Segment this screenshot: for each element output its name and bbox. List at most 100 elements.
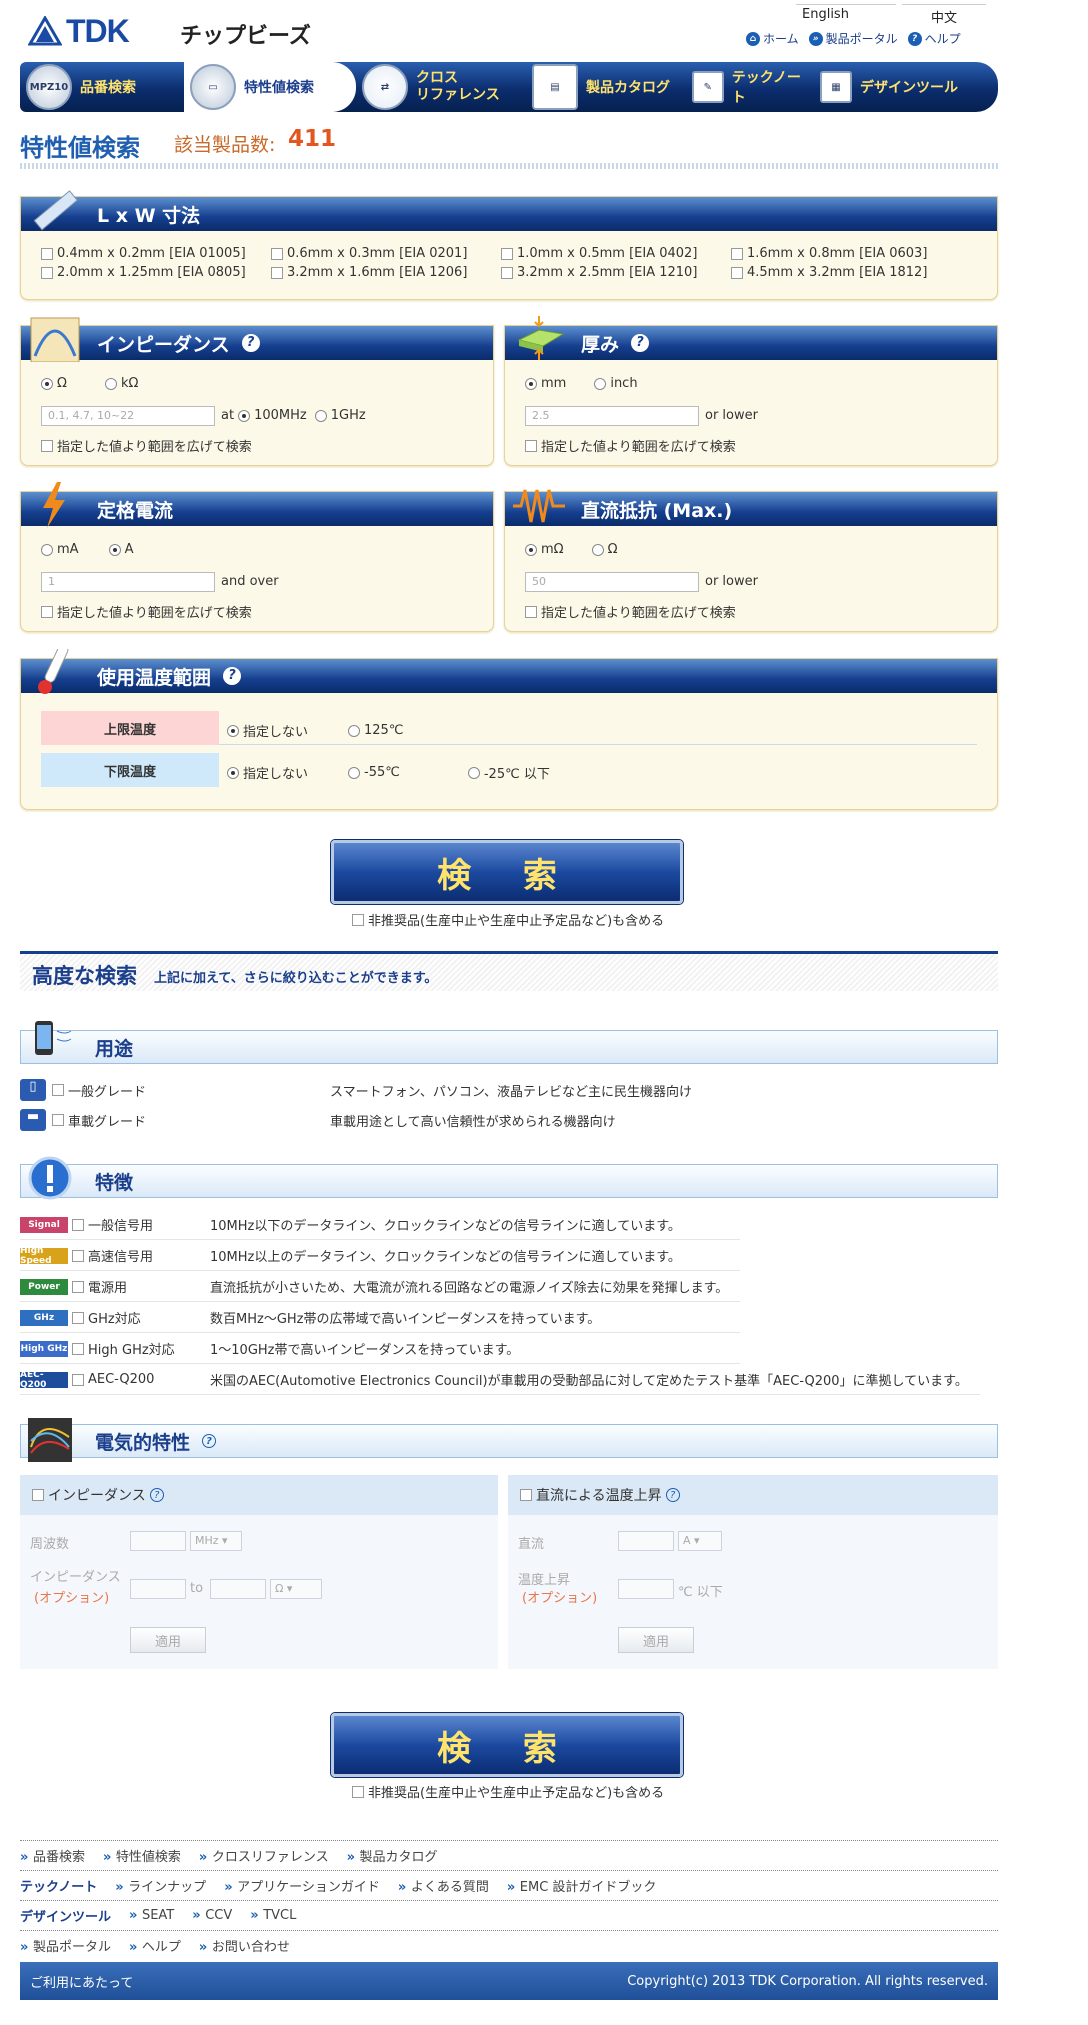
nav-part-number-search[interactable]: MPZ10 品番検索 [20, 62, 184, 112]
lower-minus25-radio[interactable] [467, 766, 480, 779]
freq-100mhz-radio[interactable] [238, 409, 251, 422]
features-section-header: 特徴 [20, 1156, 998, 1200]
lxw-option[interactable]: 1.6mm x 0.8mm [EIA 0603] [731, 246, 961, 261]
home-link[interactable]: ⌂ ホーム [746, 30, 799, 47]
footer-link[interactable]: » ヘルプ [129, 1936, 181, 1955]
footer-link[interactable]: » 品番検索 [20, 1846, 85, 1865]
help-question-icon[interactable]: ? [631, 334, 650, 352]
unit-inch-radio[interactable] [594, 377, 607, 390]
tdk-logo-mark-icon [28, 16, 62, 46]
product-portal-link[interactable]: » 製品ポータル [808, 30, 898, 47]
automotive-grade-checkbox[interactable]: 車載グレード [52, 1111, 330, 1130]
unit-ma-radio[interactable] [41, 543, 53, 556]
lang-english-link[interactable]: English [796, 4, 896, 24]
include-obsolete-checkbox-bottom[interactable]: 非推奨品(生産中止や生産中止予定品など)も含める [352, 1782, 664, 1801]
nav-characteristic-search[interactable]: ▭ 特性値検索 [184, 62, 356, 112]
lxw-option[interactable]: 0.6mm x 0.3mm [EIA 0201] [271, 246, 501, 261]
help-question-icon[interactable]: ? [223, 667, 242, 685]
footer-link[interactable]: » TVCL [250, 1908, 296, 1923]
footer-link[interactable]: » SEAT [129, 1908, 174, 1923]
lower-none-radio[interactable] [227, 766, 239, 779]
help-link[interactable]: ? ヘルプ [907, 30, 961, 47]
lxw-option[interactable]: 3.2mm x 1.6mm [EIA 1206] [271, 265, 501, 280]
search-button-bottom[interactable]: 検 索 [331, 1713, 683, 1777]
feature-checkbox[interactable]: GHz対応 [72, 1308, 210, 1327]
current-input[interactable]: 1 [41, 572, 215, 592]
frequency-unit-select[interactable]: MHz ▾ [190, 1531, 242, 1551]
impedance-widen-checkbox[interactable]: 指定した値より範囲を広げて検索 [41, 436, 252, 455]
lxw-option[interactable]: 2.0mm x 1.25mm [EIA 0805] [41, 265, 271, 280]
footer-link[interactable]: » ラインナップ [115, 1876, 206, 1895]
unit-a-radio[interactable] [108, 543, 121, 556]
unit-mohm-radio[interactable] [525, 543, 537, 556]
lxw-option[interactable]: 4.5mm x 3.2mm [EIA 1812] [731, 265, 961, 280]
impedance-input[interactable]: 0.1, 4.7, 10~22 [41, 406, 215, 426]
upper-125-radio[interactable] [348, 724, 361, 737]
feature-checkbox[interactable]: AEC-Q200 [72, 1372, 210, 1387]
footer-link[interactable]: » 特性値検索 [103, 1846, 181, 1865]
help-question-icon[interactable]: ? [149, 1488, 164, 1502]
temperature-panel: 使用温度範囲? 上限温度 指定しない 125℃ 下限温度 指定しない -55℃ -25… [20, 649, 998, 810]
lxw-option[interactable]: 1.0mm x 0.5mm [EIA 0402] [501, 246, 731, 261]
unit-ohm-radio[interactable] [41, 377, 53, 390]
lower-minus55-radio[interactable] [348, 766, 361, 779]
usage-desc: 車載用途として高い信頼性が求められる機器向け [330, 1114, 616, 1130]
temp-rise-apply-button[interactable]: 適用 [618, 1627, 694, 1653]
lxw-option[interactable]: 3.2mm x 2.5mm [EIA 1210] [501, 265, 731, 280]
unit-kohm-radio[interactable] [104, 377, 117, 390]
footer-link[interactable]: » お問い合わせ [199, 1936, 290, 1955]
impedance-unit-select[interactable]: Ω ▾ [270, 1579, 322, 1599]
footer-link[interactable]: » EMC 設計ガイドブック [507, 1876, 657, 1895]
lxw-option[interactable]: 0.4mm x 0.2mm [EIA 01005] [41, 246, 271, 261]
lang-chinese-link[interactable]: 中文 [902, 4, 986, 28]
nav-cross-reference[interactable]: ⇄ クロス リファレンス [356, 62, 526, 112]
search-button[interactable]: 検 索 [331, 840, 683, 904]
site-title: チップビーズ [180, 24, 311, 49]
footer-link[interactable]: » CCV [192, 1908, 232, 1923]
footer-tech-note-link[interactable]: テックノート [20, 1876, 97, 1895]
current-widen-checkbox[interactable]: 指定した値より範囲を広げて検索 [41, 602, 252, 621]
impedance-to-input[interactable] [210, 1579, 266, 1599]
impedance-filter-checkbox[interactable] [32, 1489, 44, 1501]
unit-mm-radio[interactable] [525, 377, 537, 390]
footer-link[interactable]: » 製品カタログ [347, 1846, 438, 1865]
nav-tech-note[interactable]: ✎ テックノート [686, 62, 814, 112]
footer-link[interactable]: » よくある質問 [398, 1876, 489, 1895]
impedance-value-input[interactable] [130, 1579, 186, 1599]
thickness-widen-checkbox[interactable]: 指定した値より範囲を広げて検索 [525, 436, 736, 455]
nav-design-tool[interactable]: ▦ デザインツール [814, 62, 990, 112]
dc-current-input[interactable] [618, 1531, 674, 1551]
advanced-title: 高度な検索 [32, 964, 137, 988]
feature-checkbox[interactable]: 高速信号用 [72, 1246, 210, 1265]
footer-link[interactable]: » クロスリファレンス [199, 1846, 329, 1865]
feature-checkbox[interactable]: High GHz対応 [72, 1339, 210, 1358]
thermometer-icon [38, 649, 69, 694]
upper-none-radio[interactable] [227, 724, 239, 737]
temp-rise-input[interactable] [618, 1579, 674, 1599]
help-question-icon[interactable]: ? [202, 1434, 217, 1448]
feature-badge: AEC-Q200 [20, 1370, 68, 1390]
temp-rise-filter-checkbox[interactable] [520, 1489, 532, 1501]
feature-checkbox[interactable]: 電源用 [72, 1277, 210, 1296]
feature-checkbox[interactable]: 一般信号用 [72, 1215, 210, 1234]
thickness-suffix: or lower [705, 408, 758, 423]
dcr-widen-checkbox[interactable]: 指定した値より範囲を広げて検索 [525, 602, 736, 621]
general-grade-checkbox[interactable]: 一般グレード [52, 1081, 330, 1100]
tdk-logo[interactable]: TDK [28, 13, 130, 49]
include-obsolete-checkbox[interactable]: 非推奨品(生産中止や生産中止予定品など)も含める [352, 910, 664, 929]
unit-ohm-radio[interactable] [591, 543, 604, 556]
help-question-icon[interactable]: ? [665, 1488, 680, 1502]
dc-unit-select[interactable]: A ▾ [678, 1531, 722, 1551]
footer-link[interactable]: » アプリケーションガイド [224, 1876, 380, 1895]
dcr-input[interactable]: 50 [525, 572, 699, 592]
footer-link[interactable]: » 製品ポータル [20, 1936, 111, 1955]
nav-product-catalog[interactable]: ▤ 製品カタログ [526, 62, 686, 112]
thickness-input[interactable]: 2.5 [525, 406, 699, 426]
terms-of-use-link[interactable]: ご利用にあたって [30, 1972, 133, 1991]
freq-1ghz-radio[interactable] [314, 409, 327, 422]
footer-design-tool-link[interactable]: デザインツール [20, 1906, 111, 1925]
impedance-apply-button[interactable]: 適用 [130, 1627, 206, 1653]
feature-desc: 10MHz以下のデータライン、クロックラインなどの信号ラインに適しています。 [210, 1219, 681, 1234]
help-question-icon[interactable]: ? [241, 334, 260, 352]
frequency-input[interactable] [130, 1531, 186, 1551]
